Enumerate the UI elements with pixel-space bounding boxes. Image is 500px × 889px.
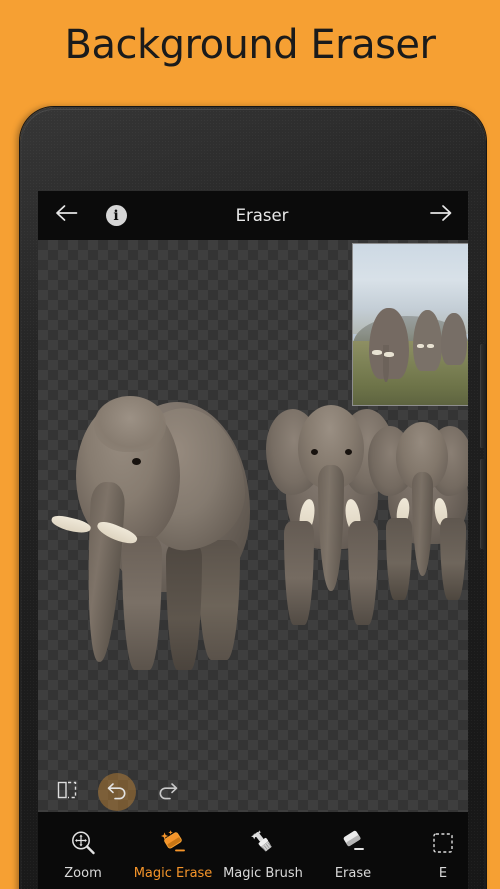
original-image-thumbnail[interactable]: [352, 243, 468, 406]
tool-label: Magic Erase: [133, 866, 213, 881]
forward-arrow-icon: [429, 204, 452, 227]
elephant-eye: [345, 449, 352, 455]
elephant-trunk: [412, 472, 433, 576]
edit-toolbar: [38, 772, 468, 812]
tool-label: E: [438, 866, 448, 881]
extract-icon: [428, 824, 458, 858]
elephant-subject: [46, 390, 254, 690]
eraser-icon: [338, 824, 368, 858]
volume-button[interactable]: [480, 344, 486, 448]
tool-label: Erase: [334, 866, 372, 881]
tool-item-zoom[interactable]: Zoom: [38, 824, 128, 881]
tool-item-extract[interactable]: E: [398, 824, 468, 881]
undo-arrow-icon: [106, 780, 129, 805]
elephant-eye: [311, 449, 318, 455]
compare-split-icon: [56, 779, 78, 806]
tool-item-erase[interactable]: Erase: [308, 824, 398, 881]
magic-eraser-icon: [158, 824, 188, 858]
page-title: Background Eraser: [64, 22, 436, 68]
phone-screen: i Eraser Zoom Magic Erase Magic Brush Er…: [38, 191, 468, 889]
elephant-leg: [122, 536, 162, 670]
forward-button[interactable]: [412, 204, 468, 227]
thumbnail-tusk: [427, 343, 435, 348]
thumbnail-tusk: [371, 350, 382, 356]
tool-label: Zoom: [64, 866, 102, 881]
elephant-leg: [166, 542, 202, 670]
app-bar: i Eraser: [38, 191, 468, 240]
redo-arrow-icon: [156, 780, 179, 805]
back-arrow-icon: [55, 204, 78, 227]
zoom-move-icon: [68, 824, 98, 858]
tool-item-magic-brush[interactable]: Magic Brush: [218, 824, 308, 881]
elephant-trunk: [318, 465, 344, 591]
editor-canvas[interactable]: [38, 240, 468, 812]
elephant-subject: [368, 418, 468, 608]
tool-label: Magic Brush: [223, 866, 303, 881]
power-button[interactable]: [480, 459, 486, 549]
tool-bar: Zoom Magic Erase Magic Brush Erase E: [38, 812, 468, 889]
undo-button[interactable]: [98, 773, 136, 811]
magic-brush-icon: [248, 824, 278, 858]
back-button[interactable]: [38, 204, 94, 227]
elephant-leg: [386, 518, 412, 600]
elephant-leg: [284, 521, 314, 625]
elephant-leg: [440, 518, 466, 600]
thumbnail-elephant: [441, 313, 467, 365]
thumbnail-tusk: [384, 351, 394, 357]
elephant-leg: [198, 540, 240, 660]
elephant-eye: [132, 458, 141, 465]
compare-button[interactable]: [52, 777, 82, 807]
thumbnail-tusk: [416, 343, 424, 348]
redo-button[interactable]: [152, 777, 182, 807]
elephant-forehead: [94, 396, 166, 452]
app-bar-title: Eraser: [235, 206, 289, 225]
thumbnail-elephant: [369, 308, 409, 382]
phone-mockup: i Eraser Zoom Magic Erase Magic Brush Er…: [20, 107, 486, 889]
tool-item-magic-erase[interactable]: Magic Erase: [128, 824, 218, 881]
